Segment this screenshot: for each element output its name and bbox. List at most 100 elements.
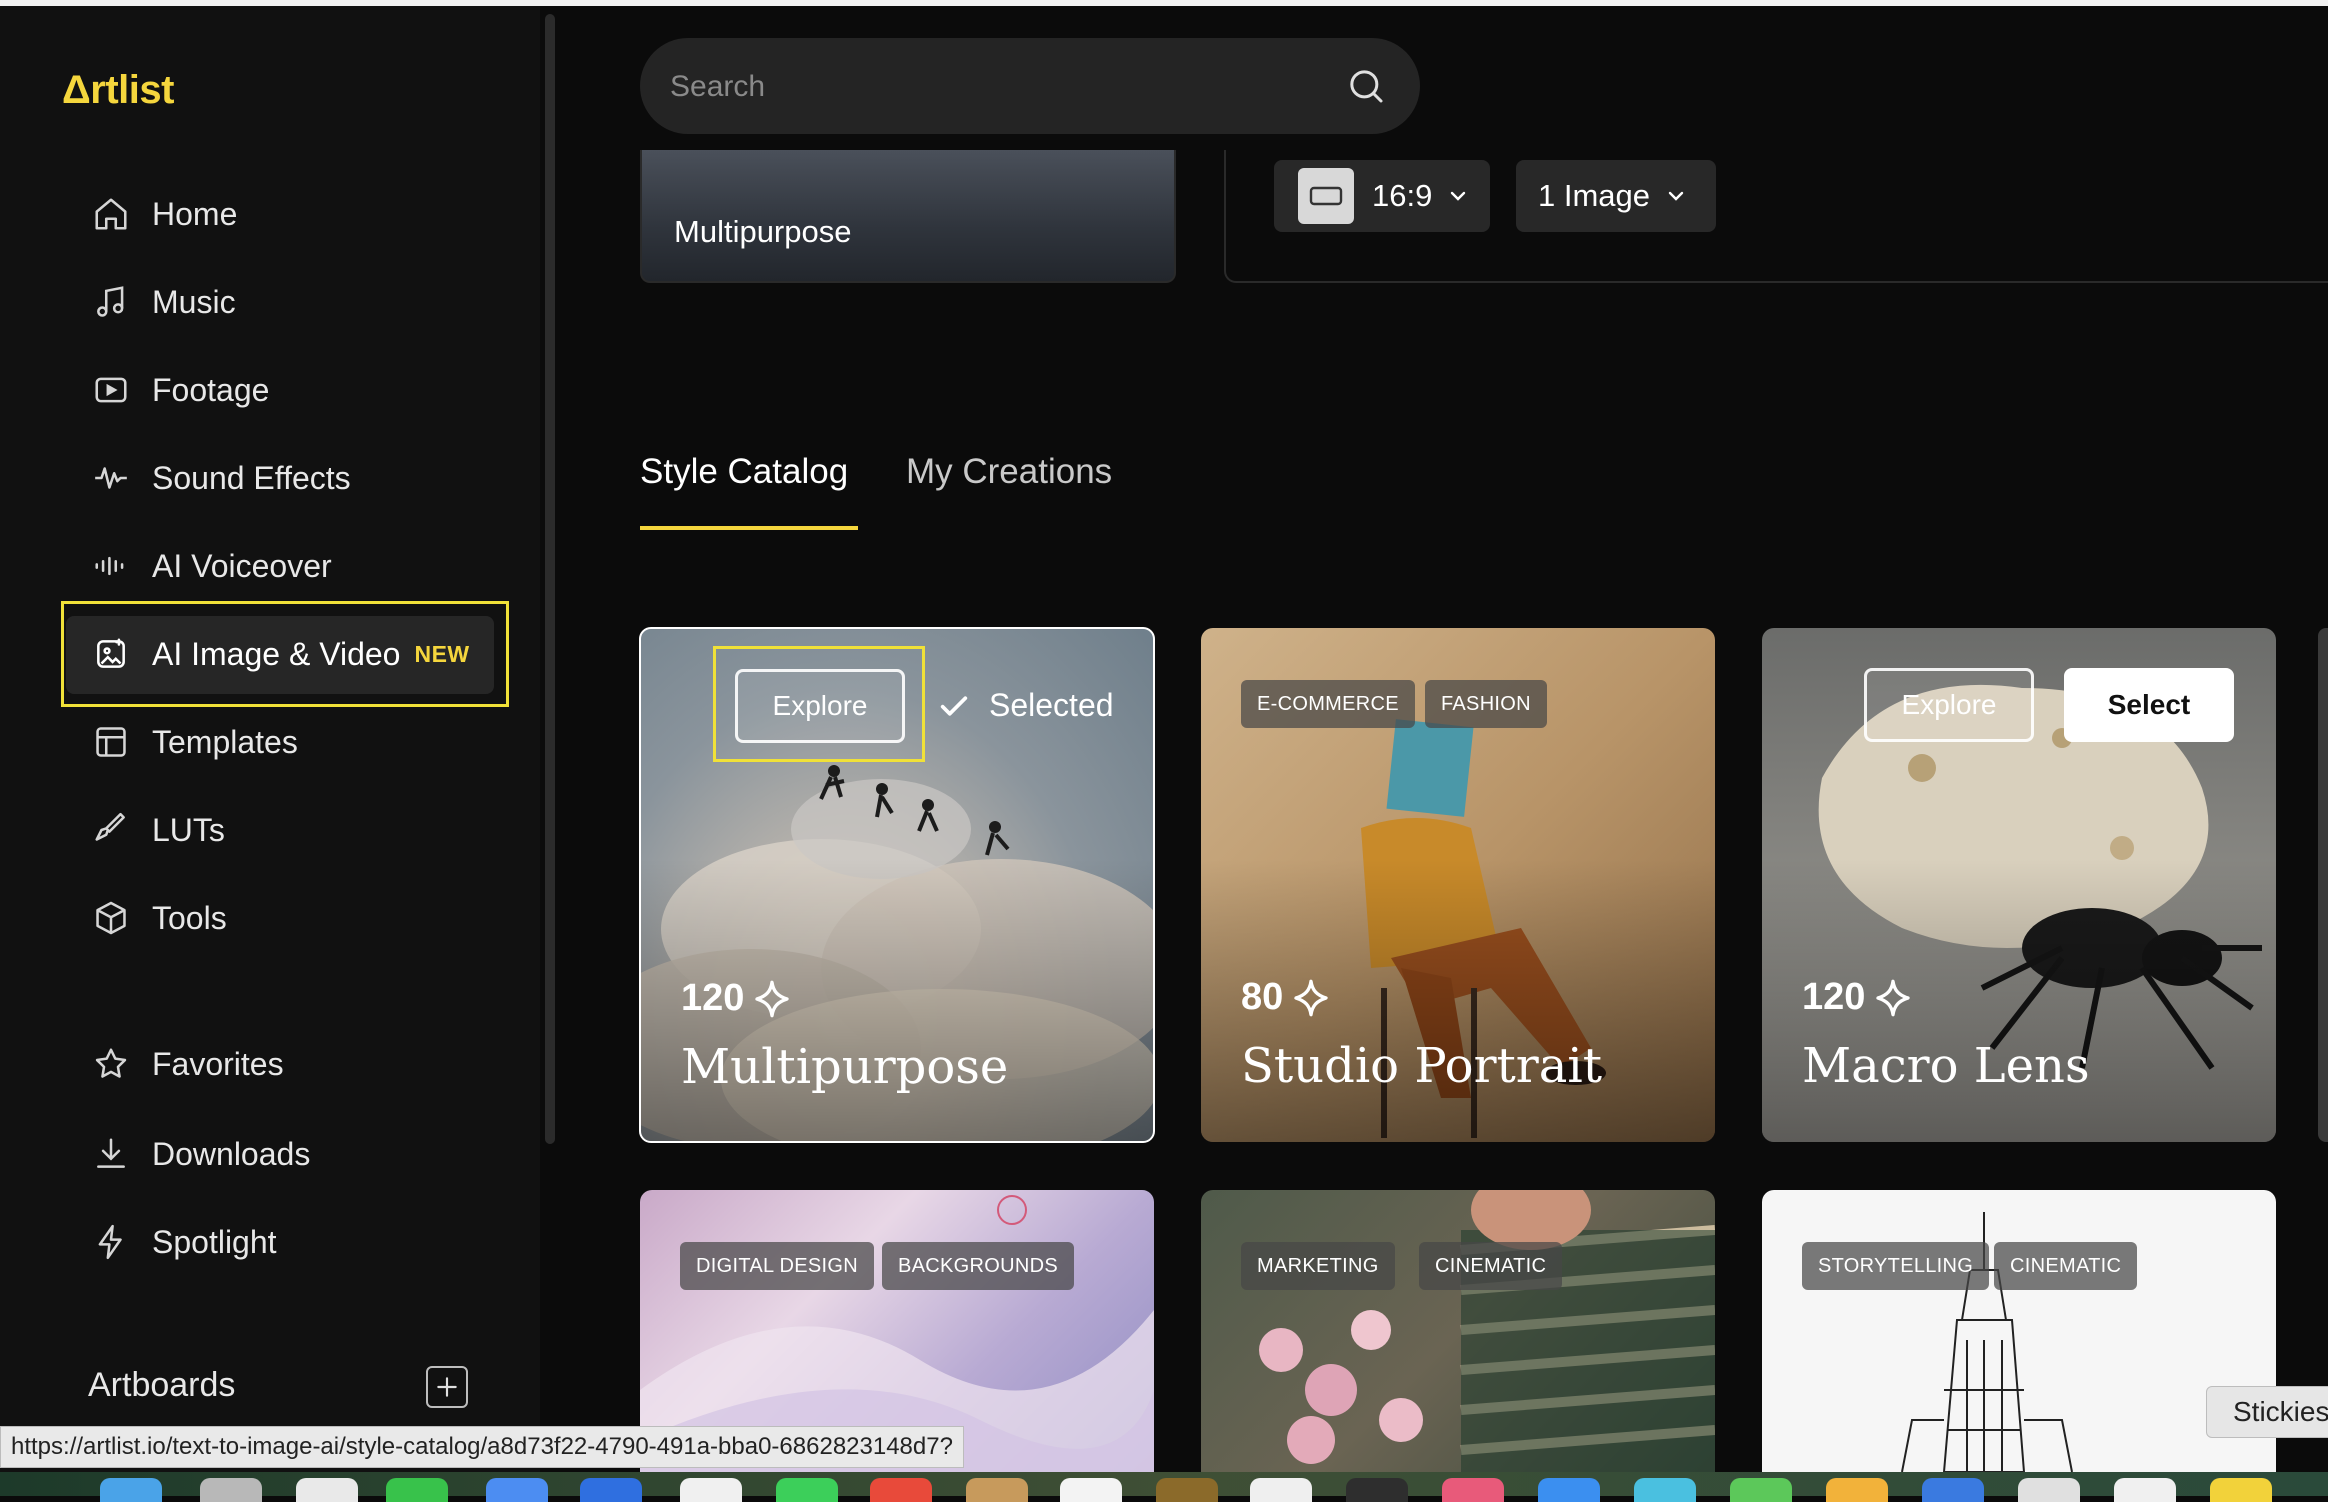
search-input[interactable] [668, 38, 1332, 136]
dock-app-icon[interactable] [680, 1478, 742, 1502]
dock-app-icon[interactable] [1060, 1478, 1122, 1502]
sidebar-item-label: Downloads [152, 1135, 311, 1172]
tag-cinematic: CINEMATIC [1994, 1242, 2138, 1290]
select-button[interactable]: Select [2064, 668, 2234, 742]
sidebar-item-label: Music [152, 283, 236, 320]
sidebar-item-label: Footage [152, 371, 270, 408]
aspect-ratio-value: 16:9 [1372, 178, 1433, 213]
sidebar-item-spotlight[interactable]: Spotlight [92, 1212, 277, 1272]
sidebar-item-downloads[interactable]: Downloads [92, 1124, 310, 1184]
sidebar-item-label: AI Voiceover [152, 547, 332, 584]
checkmark-icon [940, 695, 968, 716]
dock-app-icon[interactable] [1730, 1478, 1792, 1502]
download-icon [97, 1138, 125, 1168]
search-bar[interactable] [640, 38, 1420, 136]
dock-app-icon[interactable] [580, 1478, 642, 1502]
dock-app-icon[interactable] [100, 1478, 162, 1502]
aspect-ratio-dropdown[interactable]: 16:9 [1274, 160, 1490, 232]
sidebar-item-label: Home [152, 195, 238, 232]
dock-app-icon[interactable] [1922, 1478, 1984, 1502]
sidebar-item-label: Spotlight [152, 1223, 277, 1260]
current-style-label: Multipurpose [674, 214, 852, 249]
play-icon [95, 377, 127, 403]
tag-marketing: MARKETING [1241, 1242, 1395, 1290]
building-sketch-image [1901, 1212, 2073, 1472]
sidebar-item-home[interactable]: Home [92, 184, 237, 244]
dock-app-icon[interactable] [486, 1478, 548, 1502]
image-count-dropdown[interactable]: 1 Image [1516, 160, 1716, 232]
sidebar-item-luts[interactable]: LUTs [92, 800, 225, 860]
sidebar-item-sound-effects[interactable]: Sound Effects [92, 448, 351, 508]
current-style-card[interactable]: Multipurpose [640, 150, 1176, 283]
credits-count: 80 [1241, 976, 1331, 1019]
dock-app-icon[interactable] [966, 1478, 1028, 1502]
credits-value: 80 [1241, 976, 1284, 1018]
credits-count: 120 [1802, 976, 1913, 1019]
sidebar-item-templates[interactable]: Templates [92, 712, 298, 772]
dock-app-icon[interactable] [1634, 1478, 1696, 1502]
aspect-ratio-icon [1298, 168, 1354, 224]
artboards-heading: Artboards [88, 1366, 236, 1404]
style-card-marketing[interactable]: MARKETING CINEMATIC [1201, 1190, 1715, 1472]
sidebar-item-music[interactable]: Music [92, 272, 236, 332]
tag-digital-design: DIGITAL DESIGN [680, 1242, 875, 1290]
tab-style-catalog[interactable]: Style Catalog [640, 452, 848, 492]
style-card-storytelling[interactable]: STORYTELLING CINEMATIC [1762, 1190, 2276, 1472]
sidebar-item-label: Tools [152, 899, 227, 936]
image-count-value: 1 Image [1538, 178, 1651, 213]
dock-app-icon[interactable] [1538, 1478, 1600, 1502]
chevron-down-icon [1451, 191, 1466, 201]
sparkle-icon [755, 980, 790, 1017]
credits-value: 120 [1802, 976, 1866, 1018]
tag-fashion: FASHION [1425, 680, 1547, 728]
home-icon [95, 198, 127, 230]
selected-indicator: Selected [937, 687, 1114, 724]
flowers-image [1259, 1190, 1715, 1472]
dock-app-icon[interactable] [2114, 1478, 2176, 1502]
credits-value: 120 [681, 977, 745, 1019]
selected-label: Selected [989, 687, 1114, 723]
sidebar-item-footage[interactable]: Footage [92, 360, 269, 420]
box-icon [96, 901, 126, 935]
dock-app-icon[interactable] [386, 1478, 448, 1502]
search-icon[interactable] [1346, 66, 1386, 106]
dock-app-icon[interactable] [200, 1478, 262, 1502]
sidebar-item-label: Sound Effects [152, 459, 351, 496]
lightning-icon [98, 1224, 122, 1260]
tab-my-creations[interactable]: My Creations [906, 452, 1112, 492]
tag-backgrounds: BACKGROUNDS [882, 1242, 1074, 1290]
sparkle-icon [1294, 979, 1328, 1016]
sidebar-item-label: Favorites [152, 1045, 284, 1082]
plus-icon [437, 1377, 457, 1397]
artlist-logo[interactable]: Δrtlist [62, 68, 174, 113]
tag-e-commerce: E-COMMERCE [1241, 680, 1415, 728]
style-card-macro-lens[interactable]: Explore Select 120 Macro Lens [1762, 628, 2276, 1142]
star-icon [95, 1048, 127, 1078]
add-artboard-button[interactable] [426, 1366, 468, 1408]
style-card-studio-portrait[interactable]: E-COMMERCE FASHION 80 Studio Portrait [1201, 628, 1715, 1142]
dock-app-icon[interactable] [870, 1478, 932, 1502]
sidebar-item-ai-voiceover[interactable]: AI Voiceover [92, 536, 332, 596]
sidebar-item-tools[interactable]: Tools [92, 888, 227, 948]
dock-app-icon[interactable] [296, 1478, 358, 1502]
credits-count: 120 [681, 977, 792, 1020]
waveform-icon [95, 467, 127, 489]
style-card-partial[interactable] [2318, 628, 2328, 1142]
dock-app-icon[interactable] [1442, 1478, 1504, 1502]
sidebar-scrollbar[interactable] [545, 14, 555, 1144]
dock-app-icon[interactable] [2018, 1478, 2080, 1502]
dock-app-icon[interactable] [1826, 1478, 1888, 1502]
sidebar-item-favorites[interactable]: Favorites [92, 1034, 284, 1094]
card-title: Multipurpose [681, 1039, 1009, 1095]
ai-image-video-highlight-box [61, 601, 509, 707]
explore-button[interactable]: Explore [1864, 668, 2034, 742]
dock-app-icon[interactable] [1346, 1478, 1408, 1502]
card-title: Studio Portrait [1241, 1038, 1603, 1094]
dock-app-icon[interactable] [776, 1478, 838, 1502]
status-bar-url: https://artlist.io/text-to-image-ai/styl… [0, 1426, 964, 1468]
dock-app-icon[interactable] [2210, 1478, 2272, 1502]
dock-app-icon[interactable] [1156, 1478, 1218, 1502]
chevron-down-icon [1668, 191, 1684, 201]
music-note-icon [97, 286, 124, 317]
dock-app-icon[interactable] [1250, 1478, 1312, 1502]
